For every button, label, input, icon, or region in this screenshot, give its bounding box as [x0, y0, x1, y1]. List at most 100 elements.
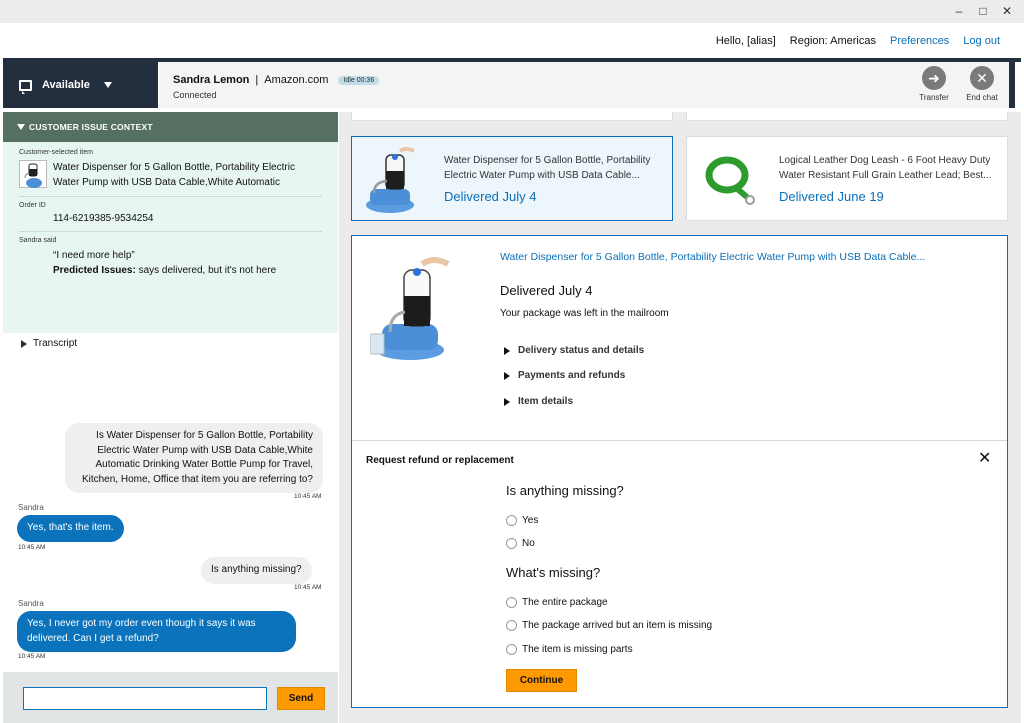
chat-icon — [19, 79, 32, 94]
radio-button[interactable] — [506, 644, 517, 655]
transfer-label: Transfer — [919, 93, 949, 102]
close-window-icon[interactable]: ✕ — [1000, 4, 1014, 18]
order-title: Logical Leather Dog Leash - 6 Foot Heavy… — [779, 155, 992, 181]
window-titlebar: – □ ✕ — [0, 0, 1024, 23]
context-header-label: CUSTOMER ISSUE CONTEXT — [29, 122, 153, 132]
message-sender: Sandra — [18, 503, 44, 512]
right-panel: Water Dispenser for 5 Gallon Bottle, Por… — [339, 112, 1021, 723]
user-bar: Hello, [alias] Region: Americas Preferen… — [0, 23, 1024, 59]
option-label: The item is missing parts — [522, 644, 633, 655]
left-panel: CUSTOMER ISSUE CONTEXT Customer-selected… — [3, 112, 338, 723]
customer-said: “I need more help” Predicted Issues: say… — [19, 248, 322, 278]
end-chat-button[interactable]: ✕ End chat — [960, 66, 1004, 102]
product-link[interactable]: Water Dispenser for 5 Gallon Bottle, Por… — [500, 251, 925, 263]
payments-expander[interactable]: Payments and refunds — [504, 370, 625, 381]
predicted-issues: Predicted Issues: says delivered, but it… — [53, 263, 322, 278]
radio-button[interactable] — [506, 538, 517, 549]
contact-source: Amazon.com — [264, 74, 329, 86]
item-details-expander[interactable]: Item details — [504, 396, 573, 407]
maximize-icon[interactable]: □ — [976, 4, 990, 18]
collapse-icon — [17, 124, 25, 130]
agent-status-label: Available — [42, 79, 90, 91]
section-divider — [352, 440, 1007, 441]
window-controls: – □ ✕ — [952, 4, 1014, 18]
close-icon[interactable]: ✕ — [978, 451, 991, 467]
item-title: Water Dispenser for 5 Gallon Bottle, Por… — [53, 162, 295, 188]
question-anything-missing: Is anything missing? — [506, 483, 624, 498]
said-label: Sandra said — [19, 237, 57, 244]
close-circle-icon: ✕ — [970, 66, 994, 90]
context-header[interactable]: CUSTOMER ISSUE CONTEXT — [3, 112, 338, 142]
question-whats-missing: What's missing? — [506, 565, 601, 580]
predicted-value: says delivered, but it's not here — [135, 265, 277, 276]
option-label: The entire package — [522, 597, 608, 608]
selected-item: Water Dispenser for 5 Gallon Bottle, Por… — [19, 160, 322, 197]
order-title: Water Dispenser for 5 Gallon Bottle, Por… — [444, 155, 651, 181]
contact-header: Sandra Lemon | Amazon.com Idle 00:36 Con… — [159, 62, 1015, 108]
end-chat-label: End chat — [966, 93, 998, 102]
order-label: Order ID — [19, 202, 46, 209]
option-missing-parts[interactable]: The item is missing parts — [506, 644, 633, 655]
order-card-selected[interactable]: Water Dispenser for 5 Gallon Bottle, Por… — [351, 136, 673, 221]
order-status: Delivered July 4 — [444, 189, 537, 204]
message-time: 10:45 AM — [18, 544, 46, 551]
user-greeting: Hello, [alias] — [715, 35, 776, 47]
customer-message: Yes, that's the item. — [17, 515, 124, 542]
agent-message: Is Water Dispenser for 5 Gallon Bottle, … — [65, 423, 323, 493]
expander-label: Delivery status and details — [518, 345, 645, 356]
delivery-message: Your package was left in the mailroom — [500, 308, 669, 319]
order-status: Delivered June 19 — [779, 189, 884, 204]
expand-icon — [504, 397, 510, 406]
customer-quote: “I need more help” — [53, 250, 135, 261]
order-card[interactable]: Logical Leather Dog Leash - 6 Foot Heavy… — [686, 136, 1008, 221]
item-label: Customer-selected item — [19, 149, 93, 156]
arrow-right-icon: ➜ — [922, 66, 946, 90]
delivery-status-expander[interactable]: Delivery status and details — [504, 345, 644, 356]
item-thumbnail — [19, 160, 47, 188]
region-label: Region: Americas — [789, 35, 876, 47]
name-separator: | — [255, 74, 259, 86]
expander-label: Item details — [518, 396, 574, 407]
option-label: The package arrived but an item is missi… — [522, 620, 713, 631]
agent-status-dropdown[interactable]: Available — [3, 62, 158, 108]
order-id: 114-6219385-9534254 — [19, 213, 322, 232]
chat-transcript: Is Water Dispenser for 5 Gallon Bottle, … — [3, 333, 338, 673]
message-input[interactable] — [23, 687, 267, 710]
continue-button[interactable]: Continue — [506, 669, 577, 692]
option-no[interactable]: No — [506, 538, 535, 549]
order-detail-card: Water Dispenser for 5 Gallon Bottle, Por… — [351, 235, 1008, 708]
expand-icon — [504, 371, 510, 380]
preferences-link[interactable]: Preferences — [890, 35, 949, 47]
message-time: 10:45 AM — [294, 584, 322, 591]
chevron-down-icon — [103, 82, 112, 88]
transfer-button[interactable]: ➜ Transfer — [912, 66, 956, 102]
previous-card-edge — [351, 112, 673, 121]
agent-message: Is anything missing? — [201, 557, 312, 584]
minimize-icon[interactable]: – — [952, 4, 966, 18]
customer-message: Yes, I never got my order even though it… — [17, 611, 296, 652]
option-entire-package[interactable]: The entire package — [506, 597, 608, 608]
compose-bar: Send — [3, 672, 338, 723]
option-item-missing[interactable]: The package arrived but an item is missi… — [506, 620, 712, 631]
customer-name: Sandra Lemon — [173, 74, 250, 86]
expand-icon — [504, 346, 510, 355]
predicted-label: Predicted Issues: — [53, 265, 136, 276]
option-label: Yes — [522, 515, 539, 526]
option-yes[interactable]: Yes — [506, 515, 538, 526]
radio-button[interactable] — [506, 597, 517, 608]
connection-status: Connected — [173, 90, 217, 100]
product-image — [695, 145, 763, 213]
send-button[interactable]: Send — [277, 687, 325, 710]
radio-button[interactable] — [506, 515, 517, 526]
delivery-status: Delivered July 4 — [500, 283, 593, 298]
radio-button[interactable] — [506, 620, 517, 631]
message-time: 10:45 AM — [18, 653, 46, 660]
previous-card-edge — [686, 112, 1008, 121]
context-body: Customer-selected item Water Dispenser f… — [3, 142, 338, 349]
message-sender: Sandra — [18, 599, 44, 608]
logout-link[interactable]: Log out — [963, 35, 1000, 47]
request-title: Request refund or replacement — [366, 455, 514, 466]
product-image — [360, 145, 428, 213]
option-label: No — [522, 538, 535, 549]
expander-label: Payments and refunds — [518, 370, 626, 381]
